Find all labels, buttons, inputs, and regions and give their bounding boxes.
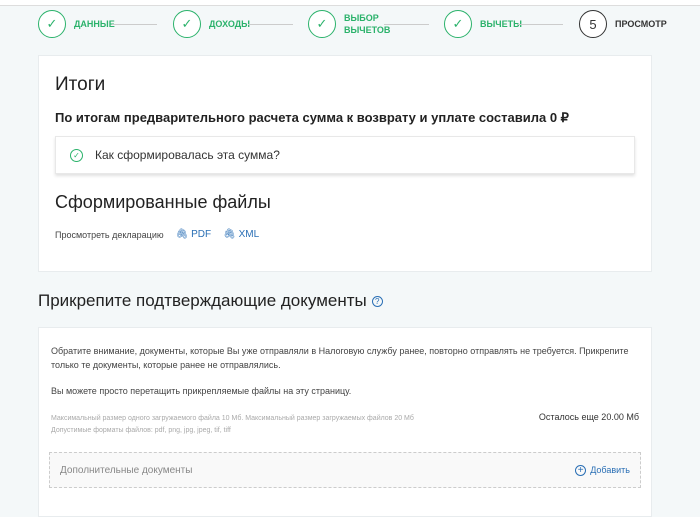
- check-icon: ✓: [444, 10, 472, 38]
- attach-card: Обратите внимание, документы, которые Вы…: [38, 327, 652, 517]
- wizard-steps: ✓ ДАННЫЕ ✓ ДОХОДЫ ✓ ВЫБОР ВЫЧЕТОВ ✓ ВЫЧЕТЫ 5…: [38, 10, 678, 40]
- step-deductions[interactable]: ✓ ВЫЧЕТЫ: [444, 10, 522, 38]
- xml-link[interactable]: 🖇 XML: [223, 229, 259, 240]
- drag-hint: Вы можете просто перетащить прикрепляемы…: [51, 386, 352, 396]
- add-button[interactable]: + Добавить: [575, 464, 630, 476]
- check-icon: ✓: [308, 10, 336, 38]
- allowed-formats: Допустимые форматы файлов: pdf, png, jpg…: [51, 427, 231, 434]
- browser-bookmarks-bar: [0, 0, 700, 6]
- sum-breakdown-accordion[interactable]: ✓ Как сформировалась эта сумма?: [55, 136, 635, 174]
- size-limits: Максимальный размер одного загружаемого …: [51, 415, 414, 422]
- step-review[interactable]: 5 ПРОСМОТР: [579, 10, 667, 38]
- paperclip-icon: 🖇: [223, 229, 236, 240]
- help-icon[interactable]: ?: [371, 295, 383, 307]
- step-divider: [112, 24, 157, 25]
- summary-title: Итоги: [55, 74, 106, 95]
- check-circle-icon: ✓: [70, 148, 83, 162]
- step-data[interactable]: ✓ ДАННЫЕ: [38, 10, 115, 38]
- check-icon: ✓: [38, 10, 66, 38]
- files-title: Сформированные файлы: [55, 192, 271, 212]
- step-income[interactable]: ✓ ДОХОДЫ: [173, 10, 250, 38]
- check-icon: ✓: [173, 10, 201, 38]
- declaration-links: Просмотреть декларацию 🖇 PDF 🖇 XML: [55, 229, 260, 240]
- summary-card: Итоги По итогам предварительного расчета…: [38, 55, 652, 272]
- pdf-link[interactable]: 🖇 PDF: [176, 229, 211, 240]
- step-deduction-choice[interactable]: ✓ ВЫБОР ВЫЧЕТОВ: [308, 10, 390, 38]
- additional-documents-dropzone[interactable]: Дополнительные документы + Добавить: [49, 452, 641, 488]
- summary-text: По итогам предварительного расчета сумма…: [55, 110, 569, 125]
- step-divider: [518, 24, 563, 25]
- paperclip-icon: 🖇: [175, 229, 189, 240]
- step-divider: [384, 24, 429, 25]
- step-divider: [248, 24, 293, 25]
- attach-heading: Прикрепите подтверждающие документы ?: [38, 291, 383, 311]
- plus-circle-icon: +: [575, 464, 587, 476]
- notice-text: Обратите внимание, документы, которые Вы…: [51, 346, 629, 370]
- remaining-size: Осталось еще 20.00 Мб: [538, 412, 639, 422]
